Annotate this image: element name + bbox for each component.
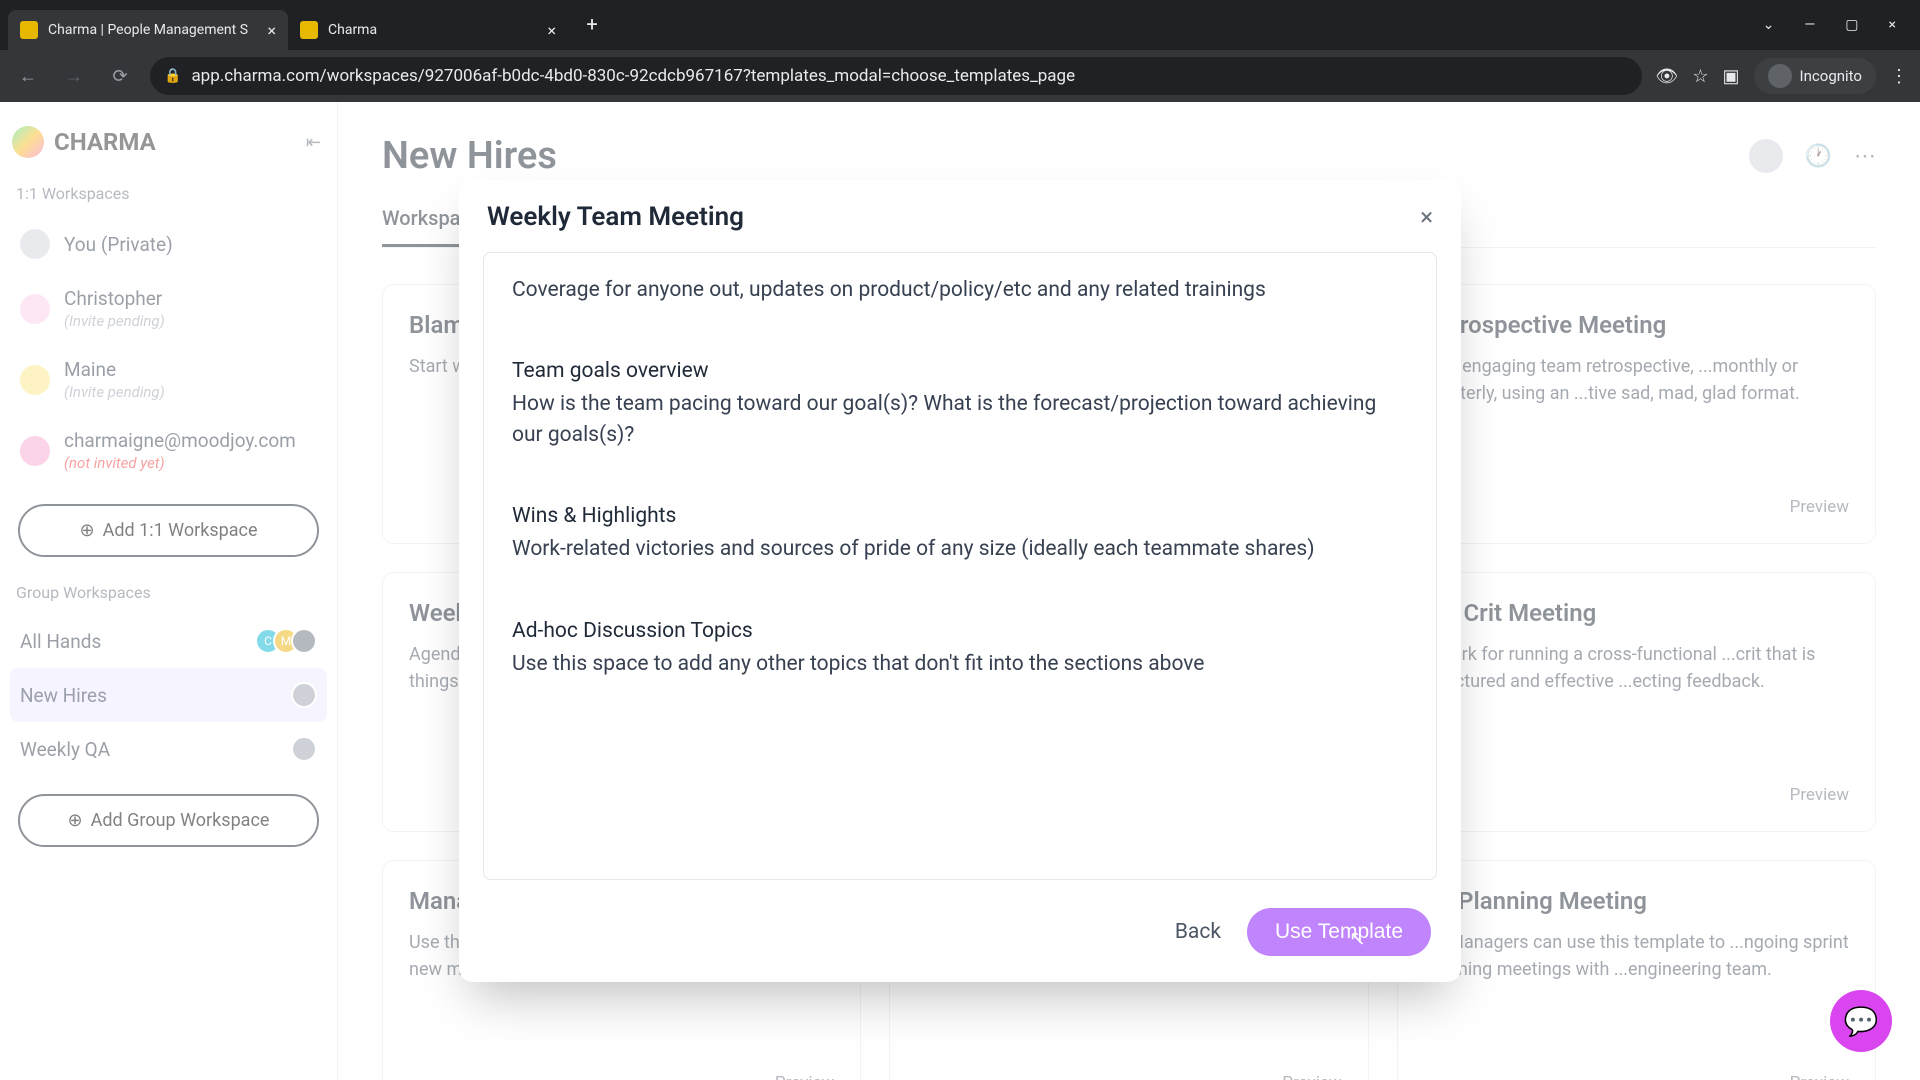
close-window-icon[interactable]: × xyxy=(1883,11,1902,39)
template-section: Wins & Highlights Work-related victories… xyxy=(484,490,1436,604)
chat-icon: 💬 xyxy=(1844,1005,1879,1038)
incognito-label: Incognito xyxy=(1800,67,1862,85)
forward-button: → xyxy=(58,60,90,92)
back-button[interactable]: Back xyxy=(1175,920,1221,944)
modal-header: Weekly Team Meeting × xyxy=(459,180,1461,242)
template-section: Coverage for anyone out, updates on prod… xyxy=(484,261,1436,345)
favicon-icon xyxy=(20,21,38,39)
url-input[interactable]: 🔒 app.charma.com/workspaces/927006af-b0d… xyxy=(150,57,1642,95)
template-preview-modal: Weekly Team Meeting × Coverage for anyon… xyxy=(459,180,1461,982)
incognito-badge[interactable]: Incognito xyxy=(1754,58,1876,94)
browser-tab-active[interactable]: Charma | People Management S × xyxy=(8,10,288,50)
modal-title: Weekly Team Meeting xyxy=(487,202,744,232)
use-template-button[interactable]: Use Template ↖ xyxy=(1247,908,1431,956)
close-icon[interactable]: × xyxy=(267,21,276,40)
incognito-icon xyxy=(1768,64,1792,88)
template-section: Team goals overview How is the team paci… xyxy=(484,345,1436,490)
kebab-menu-icon[interactable]: ⋮ xyxy=(1890,66,1908,87)
lock-icon: 🔒 xyxy=(164,68,181,84)
close-icon[interactable]: × xyxy=(1420,203,1433,231)
star-icon[interactable]: ☆ xyxy=(1692,66,1708,87)
tab-title: Charma | People Management S xyxy=(48,22,257,38)
new-tab-button[interactable]: + xyxy=(576,8,608,40)
close-icon[interactable]: × xyxy=(547,21,556,40)
favicon-icon xyxy=(300,21,318,39)
browser-titlebar: Charma | People Management S × Charma × … xyxy=(0,0,1920,50)
section-title: Team goals overview xyxy=(512,359,1408,383)
section-body: Work-related victories and sources of pr… xyxy=(512,534,1408,564)
reload-button[interactable]: ⟳ xyxy=(104,60,136,92)
use-template-label: Use Template xyxy=(1275,920,1403,943)
browser-tabs: Charma | People Management S × Charma × … xyxy=(8,0,1757,50)
section-body: Use this space to add any other topics t… xyxy=(512,649,1408,679)
eye-off-icon[interactable]: 👁 xyxy=(1656,66,1679,87)
back-button[interactable]: ← xyxy=(12,60,44,92)
modal-overlay[interactable]: Weekly Team Meeting × Coverage for anyon… xyxy=(0,102,1920,1080)
tab-title: Charma xyxy=(328,22,537,38)
install-icon[interactable]: ▣ xyxy=(1723,66,1740,87)
section-title: Wins & Highlights xyxy=(512,504,1408,528)
browser-address-bar: ← → ⟳ 🔒 app.charma.com/workspaces/927006… xyxy=(0,50,1920,102)
minimize-icon[interactable]: — xyxy=(1798,11,1821,39)
chat-bubble-button[interactable]: 💬 xyxy=(1830,990,1892,1052)
section-body: How is the team pacing toward our goal(s… xyxy=(512,389,1408,450)
chevron-down-icon[interactable]: ⌄ xyxy=(1757,11,1781,39)
template-section: Ad-hoc Discussion Topics Use this space … xyxy=(484,605,1436,719)
app-root: CHARMA ⇤ 1:1 Workspaces You (Private) Ch… xyxy=(0,102,1920,1080)
cursor-icon: ↖ xyxy=(1349,926,1366,951)
toolbar-right: 👁 ☆ ▣ Incognito ⋮ xyxy=(1656,58,1908,94)
url-text: app.charma.com/workspaces/927006af-b0dc-… xyxy=(191,66,1075,86)
section-body: Coverage for anyone out, updates on prod… xyxy=(512,275,1408,305)
browser-tab[interactable]: Charma × xyxy=(288,10,568,50)
section-title: Ad-hoc Discussion Topics xyxy=(512,619,1408,643)
modal-body[interactable]: Coverage for anyone out, updates on prod… xyxy=(483,252,1437,880)
maximize-icon[interactable]: ▢ xyxy=(1839,11,1864,39)
modal-footer: Back Use Template ↖ xyxy=(459,890,1461,982)
window-controls: ⌄ — ▢ × xyxy=(1757,11,1912,39)
